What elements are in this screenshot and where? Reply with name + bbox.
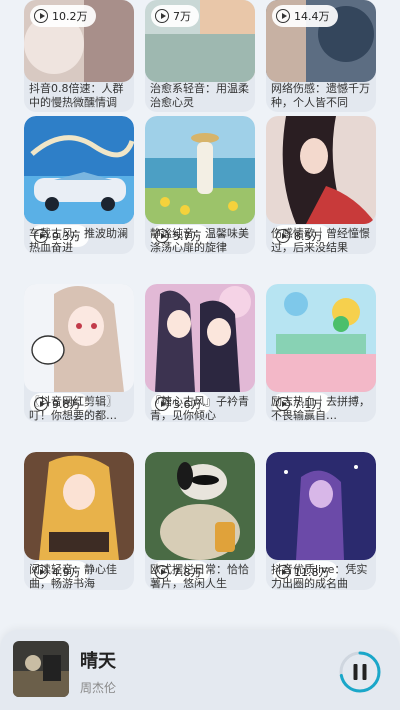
playlist-card[interactable]: 9.3万 车载古风：推波助澜热血奋进 (24, 116, 134, 254)
playlist-card[interactable]: 7.8万 欧式摆烂日常：恰恰薯片，悠闲人生 (145, 452, 255, 590)
playlist-cover (266, 284, 376, 392)
playlist-card[interactable]: 5.7万 静谧纯音：温馨味美涤荡心扉的旋律 (145, 116, 255, 254)
play-icon (155, 9, 169, 23)
playlist-card[interactable]: 7.1万 励志热血｜去拼搏，不畏输赢自… (266, 284, 376, 422)
playlist-title: 阅读轻音：静心佳曲，畅游书海 (29, 563, 117, 590)
play-count-badge: 10.2万 (30, 5, 96, 27)
playlist-title: 网络伤感：遗憾千万种，个人皆不同 (271, 82, 370, 109)
playlist-cover (24, 284, 134, 392)
playlist-cover (24, 452, 134, 560)
playlist-card[interactable]: 9.8万 〖抖音网红剪辑〗叮！你想要的都… (24, 284, 134, 422)
pause-icon (353, 664, 367, 680)
playlist-cover (145, 452, 255, 560)
playlist-title: 〖抖音网红剪辑〗叮！你想要的都… (29, 395, 117, 422)
playlist-card[interactable]: 10.2万 抖音0.8倍速：人群中的慢热微醺情调 (24, 0, 134, 112)
playlist-cover (24, 116, 134, 224)
playlist-title: 车载古风：推波助澜热血奋进 (29, 227, 128, 254)
playlist-cover (145, 116, 255, 224)
play-count-badge: 7万 (151, 5, 199, 27)
playlist-title: 抖音优质live：凭实力出圈的成名曲 (271, 563, 368, 590)
playlist-title: 治愈系轻音：用温柔治愈心灵 (150, 82, 249, 109)
playlist-card[interactable]: 14.4万 网络伤感：遗憾千万种，个人皆不同 (266, 0, 376, 112)
playlist-title: 励志热血｜去拼搏，不畏输赢自… (271, 395, 370, 422)
playlist-card[interactable]: 7万 治愈系轻音：用温柔治愈心灵 (145, 0, 255, 112)
play-count-badge: 14.4万 (272, 5, 338, 27)
playlist-title: 伤感情歌｜曾经憧憬过，后来没结果 (271, 227, 370, 254)
playlist-card[interactable]: 11.8万 抖音优质live：凭实力出圈的成名曲 (266, 452, 376, 590)
album-cover[interactable] (13, 641, 69, 697)
pause-button[interactable] (338, 650, 382, 694)
song-title: 晴天 (80, 651, 116, 672)
playlist-title: 抖音0.8倍速：人群中的慢热微醺情调 (29, 82, 124, 109)
playlist-card[interactable]: 3.6万 『糖心古风』子衿青青，见你倾心 (145, 284, 255, 422)
playlist-cover (266, 452, 376, 560)
playlist-title: 欧式摆烂日常：恰恰薯片，悠闲人生 (150, 563, 249, 590)
mini-player[interactable]: 晴天 周杰伦 (0, 630, 400, 710)
artist-name: 周杰伦 (80, 681, 117, 695)
playlist-title: 『糖心古风』子衿青青，见你倾心 (150, 395, 249, 422)
playlist-title: 静谧纯音：温馨味美涤荡心扉的旋律 (150, 227, 249, 254)
playlist-card[interactable]: 4.9万 阅读轻音：静心佳曲，畅游书海 (24, 452, 134, 590)
playlist-cover (145, 284, 255, 392)
playlist-card[interactable]: 8.5万 伤感情歌｜曾经憧憬过，后来没结果 (266, 116, 376, 254)
play-icon (34, 9, 48, 23)
play-icon (276, 9, 290, 23)
playlist-cover (266, 116, 376, 224)
